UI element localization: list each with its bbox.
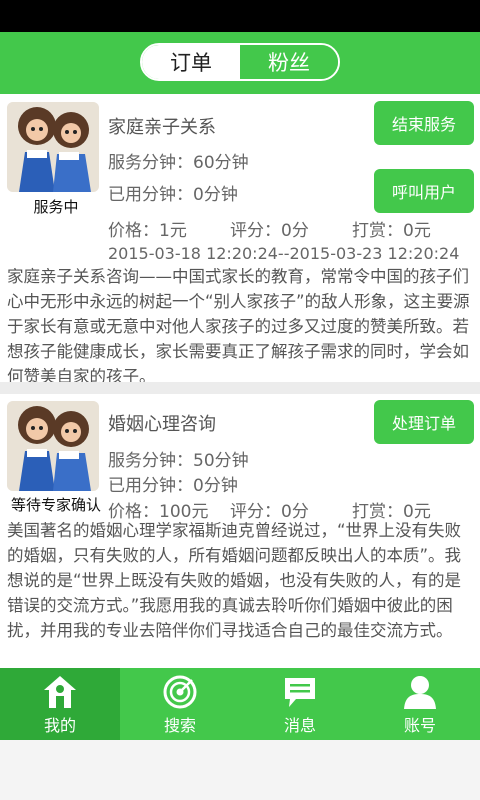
bottom-tab-bar: 我的 搜索 消息 账号 <box>0 668 480 740</box>
used-minutes: 已用分钟：0分钟 <box>108 476 238 496</box>
tab-orders[interactable]: 订单 <box>142 45 240 79</box>
tab-label: 账号 <box>403 716 436 735</box>
expert-avatar <box>7 102 99 192</box>
order-description: 家庭亲子关系咨询——中国式家长的教育，常常令中国的孩子们心中无形中永远的树起一个… <box>7 267 470 386</box>
process-order-button[interactable]: 处理订单 <box>374 400 474 444</box>
used-minutes: 已用分钟：0分钟 <box>108 185 238 205</box>
tab-label: 消息 <box>283 716 316 735</box>
price: 价格：1元 <box>108 221 187 241</box>
tip: 打赏：0元 <box>352 221 431 241</box>
card-divider <box>0 382 480 394</box>
tab-account[interactable]: 账号 <box>360 668 480 740</box>
service-minutes: 服务分钟：50分钟 <box>108 451 249 471</box>
segment-control: 订单 粉丝 <box>140 43 340 81</box>
tab-fans[interactable]: 粉丝 <box>240 45 338 79</box>
tab-search[interactable]: 搜索 <box>120 668 240 740</box>
order-title: 家庭亲子关系 <box>108 117 216 138</box>
order-status: 等待专家确认 <box>10 496 101 514</box>
expert-avatar <box>7 401 99 491</box>
user-icon <box>404 676 436 709</box>
order-title: 婚姻心理咨询 <box>108 414 216 435</box>
bottom-blank-area <box>0 740 480 800</box>
end-service-button[interactable]: 结束服务 <box>374 101 474 145</box>
call-user-button[interactable]: 呼叫用户 <box>374 169 474 213</box>
price-row: 价格：1元 评分：0分 打赏：0元 <box>108 216 474 241</box>
status-bar <box>0 0 480 32</box>
order-card[interactable]: 服务中 家庭亲子关系 服务分钟：60分钟 已用分钟：0分钟 价格：1元 评分：0… <box>0 94 480 386</box>
rating: 评分：0分 <box>230 221 309 241</box>
tab-messages[interactable]: 消息 <box>240 668 360 740</box>
tab-mine[interactable]: 我的 <box>0 668 120 740</box>
service-minutes: 服务分钟：60分钟 <box>108 153 249 173</box>
order-description: 美国著名的婚姻心理学家福斯迪克曾经说过，“世界上没有失败的婚姻，只有失败的人，所… <box>7 521 462 640</box>
home-icon <box>44 676 76 708</box>
message-icon <box>285 678 315 707</box>
tab-label: 搜索 <box>163 716 196 735</box>
order-status: 服务中 <box>33 198 79 216</box>
target-icon <box>163 675 197 709</box>
tab-label: 我的 <box>43 716 76 735</box>
price-row: 价格：100元 评分：0分 打赏：0元 <box>108 497 474 522</box>
order-card[interactable]: 等待专家确认 婚姻心理咨询 服务分钟：50分钟 已用分钟：0分钟 价格：100元… <box>0 394 480 668</box>
date-range: 2015-03-18 12:20:24--2015-03-23 12:20:24 <box>108 244 460 263</box>
